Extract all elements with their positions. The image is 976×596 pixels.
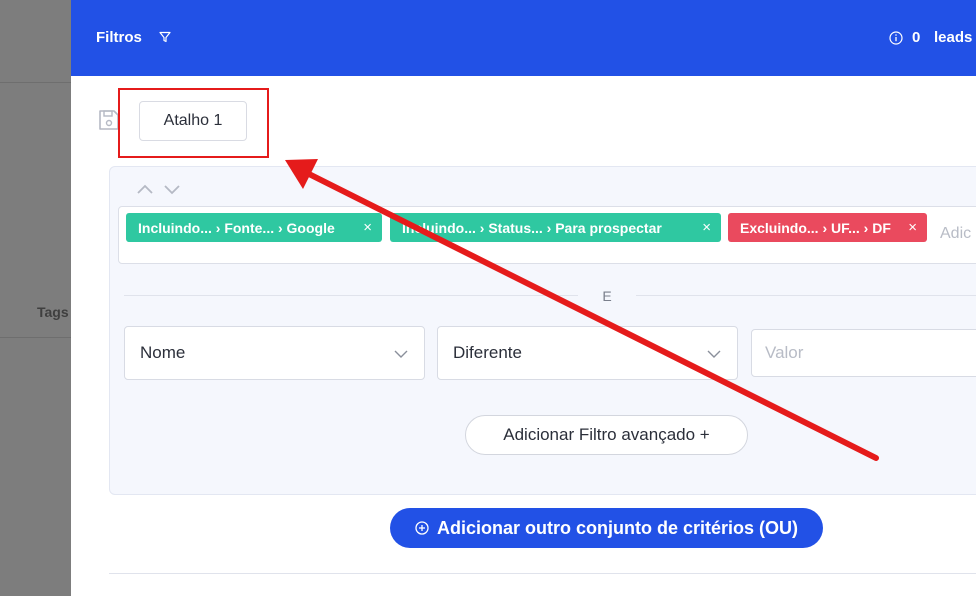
filter-chip-include[interactable]: Incluindo... › Status... › Para prospect… <box>390 213 721 242</box>
add-advanced-filter-button[interactable]: Adicionar Filtro avançado + <box>465 415 748 455</box>
and-operator-label: E <box>578 284 636 308</box>
lead-count: 0 <box>912 29 921 46</box>
background-tags-label: Tags <box>37 304 69 320</box>
chip-label: Incluindo... › Status... › Para prospect… <box>402 219 662 236</box>
and-divider <box>124 295 976 296</box>
chevron-up-icon[interactable] <box>136 182 154 196</box>
close-icon[interactable]: × <box>908 219 917 236</box>
chevron-down-icon[interactable] <box>163 182 181 196</box>
info-icon <box>889 31 903 45</box>
chevron-down-icon <box>394 350 408 358</box>
filter-chip-include[interactable]: Incluindo... › Fonte... › Google × <box>126 213 382 242</box>
filters-drawer: Filtros 0 leads Atalho 1 Incluindo... › … <box>71 0 976 596</box>
drawer-title: Filtros <box>96 29 142 46</box>
chip-label: Incluindo... › Fonte... › Google <box>138 219 335 236</box>
chevron-down-icon <box>707 350 721 358</box>
save-icon[interactable] <box>98 108 120 132</box>
annotation-highlight-box <box>118 88 269 158</box>
section-divider <box>109 573 976 574</box>
plus-circle-icon <box>415 521 429 535</box>
value-input[interactable] <box>751 329 976 377</box>
filter-chip-exclude[interactable]: Excluindo... › UF... › DF × <box>728 213 927 242</box>
filter-icon <box>159 31 171 43</box>
field-select-value: Nome <box>140 343 186 362</box>
background-divider <box>0 337 72 338</box>
drawer-header: Filtros 0 leads <box>71 0 976 76</box>
operator-select[interactable]: Diferente <box>437 326 738 380</box>
close-icon[interactable]: × <box>363 219 372 236</box>
operator-select-value: Diferente <box>453 343 522 362</box>
add-criteria-set-button[interactable]: Adicionar outro conjunto de critérios (O… <box>390 508 823 548</box>
background-divider <box>0 82 72 83</box>
add-criteria-set-label: Adicionar outro conjunto de critérios (O… <box>436 517 798 538</box>
close-icon[interactable]: × <box>702 219 711 236</box>
leads-label: leads <box>934 29 973 46</box>
tags-input-placeholder: Adic <box>940 225 972 242</box>
field-select[interactable]: Nome <box>124 326 425 380</box>
chip-label: Excluindo... › UF... › DF <box>740 219 891 236</box>
